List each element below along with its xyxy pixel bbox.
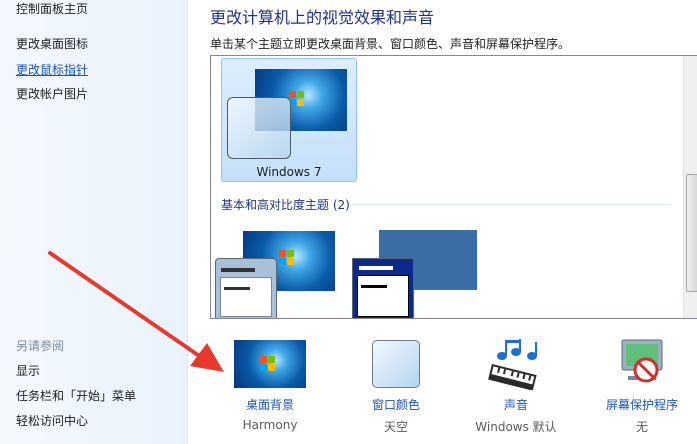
sound-label[interactable]: 声音 bbox=[466, 396, 566, 413]
see-also-header: 另请参阅 bbox=[16, 339, 65, 353]
sidebar-link-change-account-picture[interactable]: 更改帐户图片 bbox=[16, 85, 88, 102]
window-color-value: 天空 bbox=[383, 420, 408, 434]
screensaver-label[interactable]: 屏幕保护程序 bbox=[592, 396, 692, 413]
glass-window-preview bbox=[227, 97, 291, 159]
scrollbar-thumb[interactable] bbox=[686, 174, 697, 292]
window-color-label[interactable]: 窗口颜色 bbox=[346, 396, 446, 413]
desktop-background-value: Harmony bbox=[242, 418, 298, 432]
theme-tile-label: Windows 7 bbox=[256, 165, 322, 179]
screensaver-icon bbox=[621, 339, 663, 383]
sidebar-link-display[interactable]: 显示 bbox=[16, 362, 40, 379]
windows-logo-icon bbox=[279, 250, 295, 266]
sound-icon bbox=[488, 339, 537, 390]
windows-logo-icon bbox=[289, 91, 305, 107]
theme-list-scrollbar[interactable] bbox=[683, 56, 697, 318]
group-divider bbox=[351, 204, 671, 205]
theme-list[interactable]: Windows 7 基本和高对比度主题 (2) bbox=[210, 55, 697, 319]
sidebar-link-change-desktop-icons[interactable]: 更改桌面图标 bbox=[16, 35, 88, 52]
theme-tile-high-contrast[interactable] bbox=[347, 224, 487, 318]
sidebar-link-control-panel-home[interactable]: 控制面板主页 bbox=[16, 0, 88, 17]
basic-window-preview bbox=[215, 258, 277, 318]
screensaver-value: 无 bbox=[635, 420, 648, 434]
sidebar-link-change-mouse-pointers[interactable]: 更改鼠标指针 bbox=[16, 61, 88, 78]
window-color-icon bbox=[372, 340, 420, 388]
windows-logo-icon bbox=[260, 356, 276, 372]
theme-tile-windows-basic[interactable] bbox=[215, 224, 345, 318]
sidebar-link-taskbar-start-menu[interactable]: 任务栏和「开始」菜单 bbox=[16, 387, 136, 404]
sidebar: 控制面板主页 更改桌面图标 更改鼠标指针 更改帐户图片 另请参阅 显示 任务栏和… bbox=[0, 0, 188, 444]
sidebar-link-ease-of-access[interactable]: 轻松访问中心 bbox=[16, 412, 88, 429]
desktop-background-label[interactable]: 桌面背景 bbox=[220, 396, 320, 413]
theme-tile-windows-7[interactable]: Windows 7 bbox=[221, 58, 357, 182]
sound-value: Windows 默认 bbox=[475, 420, 557, 434]
high-contrast-window-preview bbox=[352, 258, 414, 318]
page-subtitle: 单击某个主题立即更改桌面背景、窗口颜色、声音和屏幕保护程序。 bbox=[210, 37, 571, 51]
main-panel: 更改计算机上的视觉效果和声音 单击某个主题立即更改桌面背景、窗口颜色、声音和屏幕… bbox=[188, 0, 697, 444]
page-title: 更改计算机上的视觉效果和声音 bbox=[210, 8, 435, 27]
theme-group-header: 基本和高对比度主题 (2) bbox=[221, 198, 350, 212]
